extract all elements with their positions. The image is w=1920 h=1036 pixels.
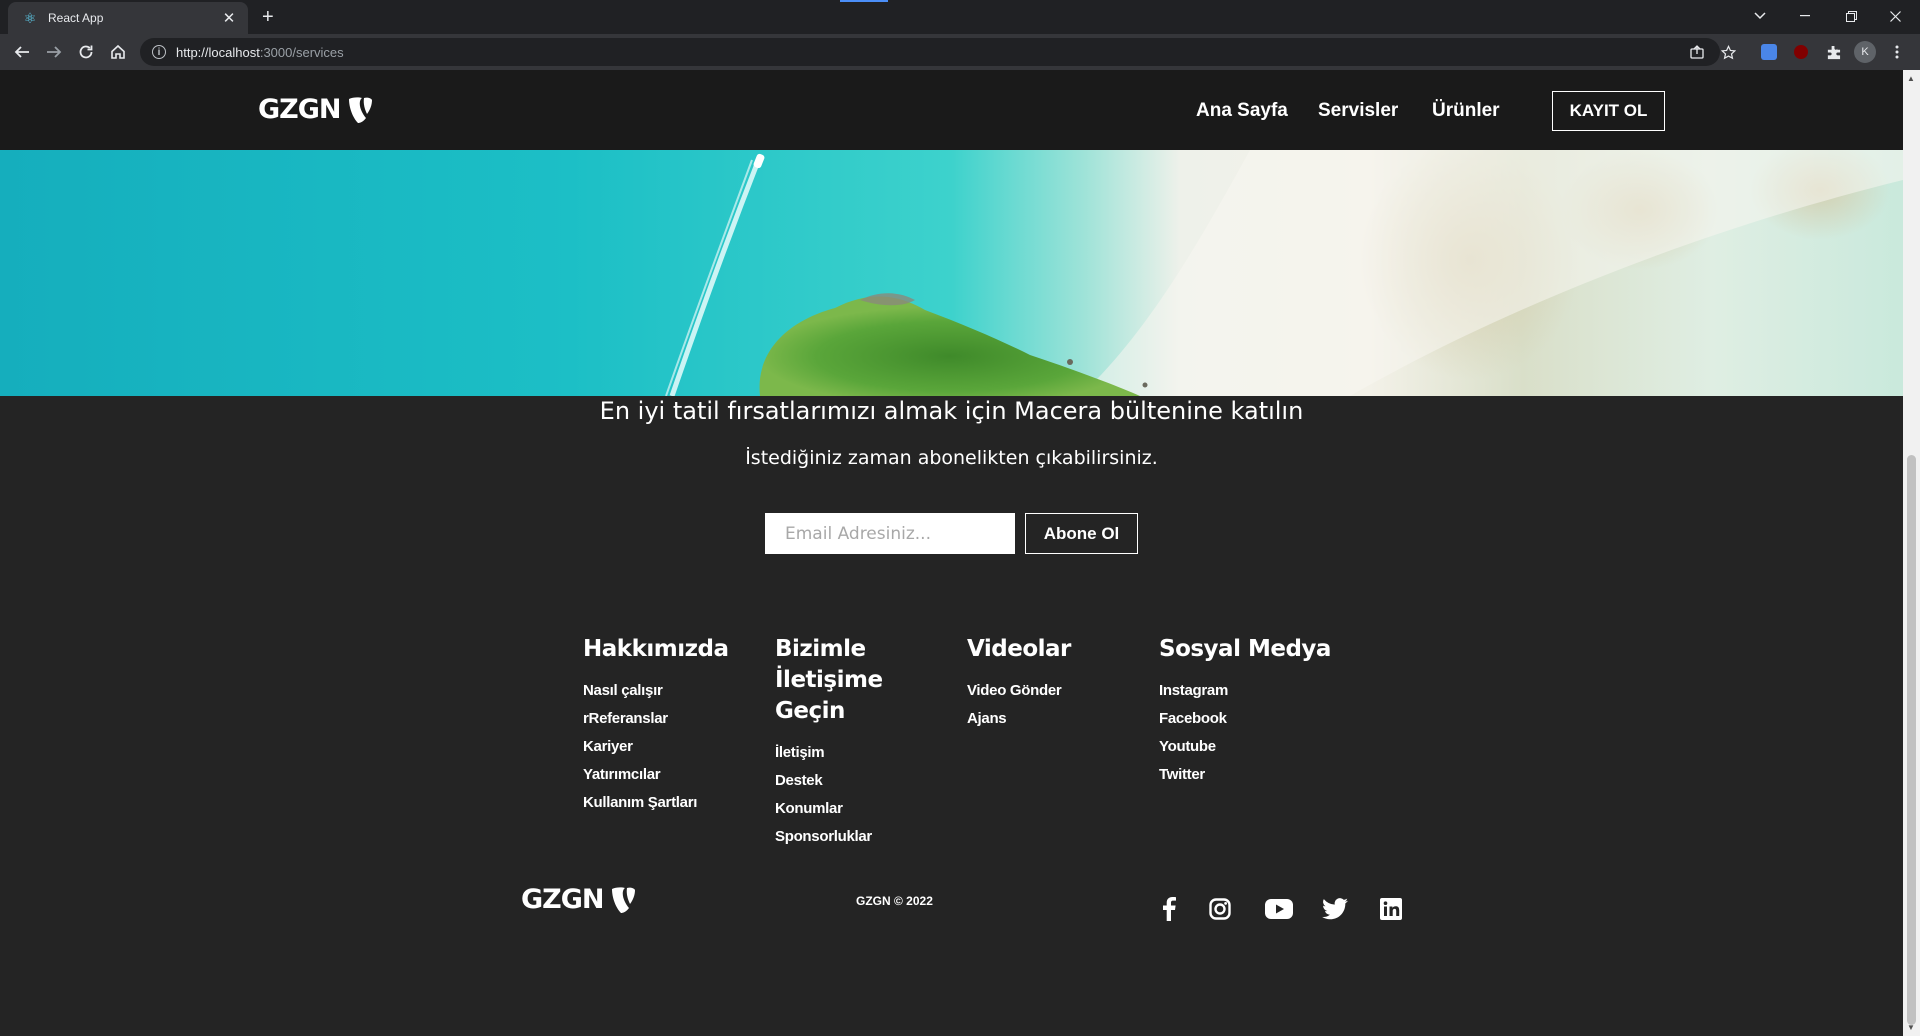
page-viewport: GZGN Ana Sayfa Servisler Ürünler KAYIT O…: [0, 70, 1903, 1036]
footer-link-locations[interactable]: Konumlar: [775, 795, 945, 823]
url-host: http://localhost: [176, 44, 260, 60]
footer-link-references[interactable]: rReferanslar: [583, 705, 763, 733]
footer-link-support[interactable]: Destek: [775, 767, 945, 795]
facebook-icon[interactable]: [1155, 895, 1183, 923]
email-input[interactable]: [765, 513, 1015, 554]
footer-logo-text: GZGN: [521, 884, 604, 915]
footer-column-videos: Videolar Video Gönder Ajans: [967, 634, 1147, 733]
tab-close-icon[interactable]: ✕: [220, 9, 238, 27]
footer-link-submit-video[interactable]: Video Gönder: [967, 677, 1147, 705]
bookmark-star-icon[interactable]: [1716, 40, 1740, 64]
browser-tab[interactable]: ⚛ React App ✕: [8, 2, 248, 34]
footer-link-terms[interactable]: Kullanım Şartları: [583, 789, 763, 817]
footer-logo[interactable]: GZGN: [521, 884, 636, 915]
footer-heading-about: Hakkımızda: [583, 636, 729, 662]
youtube-icon[interactable]: [1263, 895, 1295, 923]
footer-link-careers[interactable]: Kariyer: [583, 733, 763, 761]
linkedin-icon[interactable]: [1377, 895, 1405, 923]
footer-link-youtube[interactable]: Youtube: [1159, 733, 1339, 761]
extensions-puzzle-icon[interactable]: [1821, 40, 1845, 64]
logo-text: GZGN: [258, 94, 341, 125]
nav-link-home[interactable]: Ana Sayfa: [1196, 100, 1288, 122]
typo3-logo-icon: [611, 886, 635, 913]
page-scrollbar[interactable]: ▲ ▼: [1903, 70, 1920, 1036]
forward-arrow-icon[interactable]: [42, 40, 66, 64]
hero-image: [0, 150, 1903, 396]
new-tab-button[interactable]: +: [262, 7, 274, 27]
translate-extension-icon[interactable]: [1757, 40, 1781, 64]
back-arrow-icon[interactable]: [10, 40, 34, 64]
ublock-extension-icon[interactable]: [1789, 40, 1813, 64]
browser-tab-strip: ⚛ React App ✕ +: [0, 0, 1920, 34]
minimize-icon[interactable]: [1790, 4, 1820, 28]
footer-heading-videos: Videolar: [967, 636, 1071, 662]
home-icon[interactable]: [106, 40, 130, 64]
footer-link-sponsorships[interactable]: Sponsorluklar: [775, 823, 945, 851]
newsletter-title: En iyi tatil fırsatlarımızı almak için M…: [599, 397, 1304, 425]
newsletter-subtitle: İstediğiniz zaman abonelikten çıkabilirs…: [745, 447, 1158, 469]
scrollbar-thumb[interactable]: [1907, 455, 1916, 1025]
close-window-icon[interactable]: [1880, 4, 1910, 28]
tab-title: React App: [48, 11, 104, 25]
footer-heading-contact: Bizimle İletişime Geçin: [775, 636, 883, 724]
share-icon[interactable]: [1685, 40, 1709, 64]
profile-initial: K: [1854, 41, 1876, 63]
nav-link-products[interactable]: Ürünler: [1432, 100, 1500, 122]
instagram-icon[interactable]: [1206, 895, 1234, 923]
browser-toolbar: i http://localhost:3000/services K: [0, 34, 1920, 70]
footer-column-about: Hakkımızda Nasıl çalışır rReferanslar Ka…: [583, 634, 763, 817]
copyright-text: GZGN © 2022: [856, 894, 933, 908]
footer-column-contact: Bizimle İletişime Geçin İletişim Destek …: [775, 634, 945, 851]
signup-button[interactable]: KAYIT OL: [1552, 91, 1665, 131]
scroll-down-arrow-icon[interactable]: ▼: [1907, 1023, 1915, 1032]
site-info-icon[interactable]: i: [152, 45, 166, 59]
footer-link-investors[interactable]: Yatırımcılar: [583, 761, 763, 789]
url-text: http://localhost:3000/services: [176, 45, 344, 60]
footer-link-instagram[interactable]: Instagram: [1159, 677, 1339, 705]
site-navbar: GZGN Ana Sayfa Servisler Ürünler KAYIT O…: [0, 70, 1903, 150]
footer-column-social: Sosyal Medya Instagram Facebook Youtube …: [1159, 634, 1339, 789]
twitter-icon[interactable]: [1321, 895, 1349, 923]
footer-link-twitter[interactable]: Twitter: [1159, 761, 1339, 789]
nav-link-services[interactable]: Servisler: [1318, 100, 1398, 122]
subscribe-button[interactable]: Abone Ol: [1025, 513, 1138, 554]
profile-avatar[interactable]: K: [1853, 40, 1877, 64]
react-favicon-icon: ⚛: [23, 9, 37, 26]
url-path: :3000/services: [259, 44, 344, 60]
footer-link-contact[interactable]: İletişim: [775, 739, 945, 767]
typo3-logo-icon: [348, 96, 372, 123]
scroll-up-arrow-icon[interactable]: ▲: [1907, 74, 1915, 83]
footer-heading-social: Sosyal Medya: [1159, 636, 1331, 662]
tab-search-icon[interactable]: [1745, 4, 1775, 28]
tab-indicator: [840, 0, 888, 2]
site-logo[interactable]: GZGN: [258, 94, 373, 125]
footer-link-how-it-works[interactable]: Nasıl çalışır: [583, 677, 763, 705]
footer-link-facebook[interactable]: Facebook: [1159, 705, 1339, 733]
aerial-beach-illustration: [0, 150, 1903, 396]
menu-kebab-icon[interactable]: [1885, 40, 1909, 64]
restore-icon[interactable]: [1836, 4, 1866, 28]
address-bar[interactable]: i http://localhost:3000/services: [140, 38, 1720, 66]
reload-icon[interactable]: [74, 40, 98, 64]
footer-link-agency[interactable]: Ajans: [967, 705, 1147, 733]
